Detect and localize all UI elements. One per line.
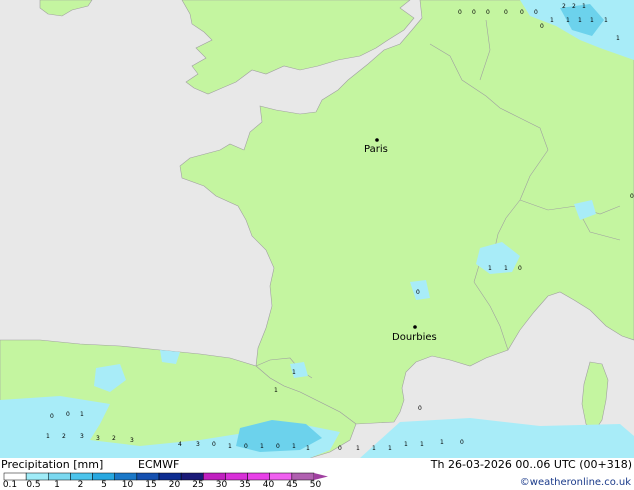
color-scale-segment: [48, 472, 71, 481]
precip-value: 1: [260, 443, 264, 450]
precip-value: 0: [460, 439, 464, 446]
precip-value: 0: [472, 9, 476, 16]
precip-value: 0: [458, 9, 462, 16]
precip-value: 1: [440, 439, 444, 446]
color-scale-segment: [158, 472, 182, 481]
precip-value: 1: [46, 433, 50, 440]
color-scale-segment: [25, 472, 49, 481]
city-paris-marker: [375, 138, 379, 142]
scale-tick-label: 50: [309, 480, 322, 490]
legend-title: Precipitation [mm]: [1, 458, 104, 471]
precip-value: 0: [338, 445, 342, 452]
scale-tick-label: 15: [145, 480, 157, 490]
precip-value: 0: [276, 443, 280, 450]
precip-value: 1: [504, 265, 508, 272]
color-scale-segment: [180, 472, 204, 481]
precip-value: 0: [540, 23, 544, 30]
precip-value: 1: [488, 265, 492, 272]
map-view: Paris Dourbies 2211111110000000011010100…: [0, 0, 634, 490]
city-dourbies-marker: [413, 325, 417, 329]
precip-value: 2: [62, 433, 66, 440]
city-label: Paris: [364, 144, 388, 155]
color-scale-segment: [203, 472, 226, 481]
color-scale-segment: [225, 472, 248, 481]
color-scale-arrow: [314, 473, 328, 480]
color-scale-ticks: 0.1 0.5 1 2 5 10 15 20 25 30 35 40 45 50: [0, 480, 340, 490]
precip-value: 0: [518, 265, 522, 272]
precip-value: 1: [590, 17, 594, 24]
scale-tick-label: 1: [54, 480, 60, 490]
precip-value: 1: [372, 445, 376, 452]
precipitation-map: Paris Dourbies 2 2 11 1 1 1 110 0 0 0 0 0001 1 010100…: [0, 0, 634, 458]
precip-value: 3: [80, 433, 84, 440]
color-scale-segment: [3, 472, 27, 481]
color-scale-segment: [92, 472, 115, 481]
scale-tick-label: 20: [168, 480, 181, 490]
precip-value: 1: [274, 387, 278, 394]
scale-tick-label: 0.5: [26, 480, 41, 490]
legend-header: Precipitation [mm] ECMWF Th 26-03-2026 0…: [0, 458, 634, 472]
precip-value: 0: [418, 405, 422, 412]
scale-tick-label: 35: [239, 480, 251, 490]
model-name: ECMWF: [138, 458, 180, 471]
precip-value: 3: [196, 441, 200, 448]
precip-value: 1: [616, 35, 620, 42]
scale-tick-label: 0.1: [2, 480, 18, 490]
scale-tick-label: 10: [121, 480, 134, 490]
credit-text: ©weatheronline.co.uk: [519, 477, 631, 488]
scale-tick-label: 30: [215, 480, 228, 490]
precip-value: 1: [566, 17, 570, 24]
color-scale-segment: [269, 472, 293, 481]
precip-value: 2: [112, 435, 116, 442]
precip-value: 3: [130, 437, 134, 444]
city-label: Dourbies: [392, 332, 437, 343]
precip-value: 1: [420, 441, 424, 448]
precip-value: 3: [96, 435, 100, 442]
scale-tick-label: 40: [262, 480, 275, 490]
precip-value: 0: [534, 9, 538, 16]
precip-value: 1: [550, 17, 554, 24]
precip-value: 0: [66, 411, 70, 418]
legend-footer: Precipitation [mm] ECMWF Th 26-03-2026 0…: [0, 458, 634, 490]
precip-value: 0: [486, 9, 490, 16]
precip-value: 1: [306, 445, 310, 452]
scale-tick-label: 2: [77, 480, 84, 490]
precip-value: 1: [604, 17, 608, 24]
precip-value: 1: [80, 411, 84, 418]
precip-value: 0: [244, 443, 248, 450]
precip-value: 0: [520, 9, 524, 16]
precip-value: 1: [292, 443, 296, 450]
precip-value: 1: [228, 443, 232, 450]
color-scale-segment: [247, 472, 270, 481]
valid-time: Th 26-03-2026 00..06 UTC (00+318): [430, 458, 632, 471]
precip-value: 0: [50, 413, 54, 420]
scale-tick-label: 45: [286, 480, 298, 490]
precip-value: 1: [582, 3, 586, 10]
precip-value: 1: [404, 441, 408, 448]
color-scale-segment: [114, 472, 138, 481]
precip-value: 2: [562, 3, 566, 10]
color-scale-segment: [136, 472, 160, 481]
color-scale-segment: [291, 472, 315, 481]
precip-value: 0: [504, 9, 508, 16]
scale-tick-label: 25: [192, 480, 204, 490]
precip-value: 1: [578, 17, 582, 24]
precip-value: 1: [356, 445, 360, 452]
precip-value: 1: [292, 369, 296, 376]
scale-tick-label: 5: [101, 480, 107, 490]
precip-value: 2: [572, 3, 576, 10]
precip-value: 0: [630, 193, 634, 200]
precip-value: 0: [212, 441, 216, 448]
precip-value: 1: [388, 445, 392, 452]
precip-value: 0: [416, 289, 420, 296]
color-scale-segment: [70, 472, 93, 481]
precip-value: 4: [178, 441, 182, 448]
